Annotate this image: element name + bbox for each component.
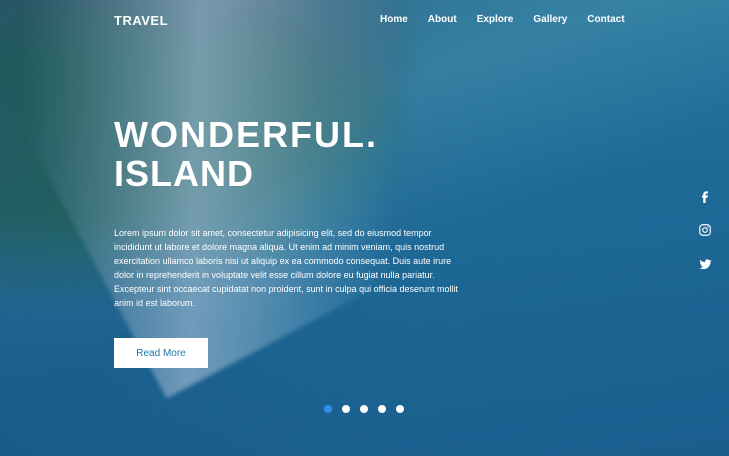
slider-dot-1[interactable] xyxy=(324,405,332,413)
nav-explore[interactable]: Explore xyxy=(477,14,514,25)
social-links xyxy=(695,186,715,274)
hero-title-line2: ISLAND xyxy=(114,153,254,194)
nav-about[interactable]: About xyxy=(428,14,457,25)
main-nav: Home About Explore Gallery Contact xyxy=(380,14,625,25)
instagram-icon[interactable] xyxy=(695,220,715,240)
twitter-icon[interactable] xyxy=(695,254,715,274)
slider-dot-3[interactable] xyxy=(360,405,368,413)
facebook-icon[interactable] xyxy=(695,186,715,206)
read-more-button[interactable]: Read More xyxy=(114,338,208,368)
nav-home[interactable]: Home xyxy=(380,14,408,25)
nav-contact[interactable]: Contact xyxy=(587,14,624,25)
slider-dot-4[interactable] xyxy=(378,405,386,413)
hero-title: WONDERFUL. ISLAND xyxy=(114,116,378,194)
slider-dot-5[interactable] xyxy=(396,405,404,413)
hero-description: Lorem ipsum dolor sit amet, consectetur … xyxy=(114,228,459,308)
nav-gallery[interactable]: Gallery xyxy=(533,14,567,25)
brand-logo[interactable]: TRAVEL xyxy=(114,13,168,28)
slider-dots xyxy=(324,405,404,413)
hero-title-line1: WONDERFUL. xyxy=(114,114,378,155)
slider-dot-2[interactable] xyxy=(342,405,350,413)
